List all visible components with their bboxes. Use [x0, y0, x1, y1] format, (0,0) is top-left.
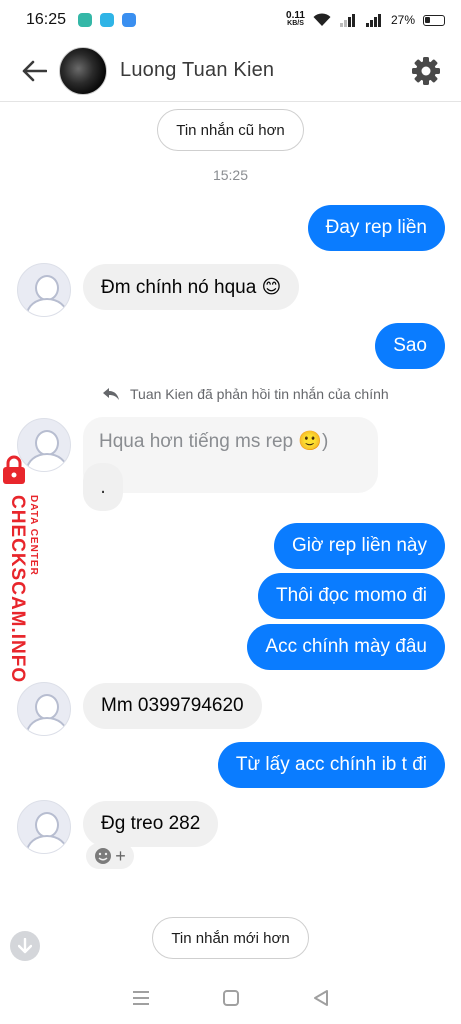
message-timestamp: 15:25 [212, 167, 249, 183]
checkscam-watermark: CHECKSCAM.INFO DATA CENTER [0, 455, 48, 683]
older-messages-button[interactable]: Tin nhắn cũ hơn [157, 109, 304, 151]
notification-app-icon [78, 13, 93, 27]
chat-app-icon [100, 13, 115, 27]
back-triangle-icon[interactable] [312, 989, 330, 1007]
message-bubble-outgoing[interactable]: Giờ rep liền này [274, 523, 445, 569]
watermark-text: CHECKSCAM.INFO [7, 495, 28, 684]
system-nav-bar [0, 975, 461, 1020]
lock-icon [3, 455, 25, 484]
message-bubble-outgoing[interactable]: Acc chính mày đâu [247, 624, 445, 670]
quoted-message[interactable]: Hqua hơn tiếng ms rep 🙂) [83, 417, 378, 493]
messenger-app-icon [122, 13, 137, 27]
message-bubble-incoming[interactable]: Đm chính nó hqua 😊 [83, 264, 300, 310]
chat-header: Luong Tuan Kien [0, 40, 461, 102]
status-time: 16:25 [26, 11, 67, 28]
reply-arrow-icon [103, 388, 119, 400]
network-speed: 0.11 KB/S [286, 10, 305, 28]
plus-icon: + [115, 845, 126, 866]
back-arrow-icon [22, 60, 47, 81]
arrow-down-icon [18, 938, 32, 954]
message-bubble-outgoing[interactable]: Thôi đọc momo đi [257, 573, 445, 619]
back-button[interactable] [17, 54, 51, 88]
message-bubble-incoming[interactable]: Mm 0399794620 [83, 683, 262, 729]
message-bubble-outgoing[interactable]: Đay rep liền [307, 205, 445, 251]
status-bar: 16:25 0.11 KB/S 27% [0, 0, 461, 40]
home-icon[interactable] [222, 989, 240, 1007]
message-bubble-outgoing[interactable]: Từ lấy acc chính ib t đi [217, 742, 445, 788]
newer-messages-button[interactable]: Tin nhắn mới hơn [152, 917, 309, 959]
battery-icon [423, 14, 445, 26]
message-bubble-outgoing[interactable]: Sao [375, 323, 445, 369]
message-bubble-incoming[interactable]: Đg treo 282 [83, 801, 219, 847]
contact-avatar[interactable] [59, 46, 107, 95]
scroll-down-button[interactable] [10, 931, 40, 961]
reply-note: Tuan Kien đã phản hồi tin nhắn của chính [102, 386, 389, 402]
contact-name[interactable]: Luong Tuan Kien [120, 59, 274, 82]
sender-avatar[interactable] [17, 800, 71, 854]
message-bubble-incoming[interactable]: . [83, 463, 123, 511]
watermark-subtext: DATA CENTER [28, 495, 39, 576]
settings-button[interactable] [409, 54, 443, 88]
signal-icon [339, 13, 357, 27]
signal-icon-2 [365, 13, 383, 27]
gear-icon [412, 56, 440, 85]
sender-avatar[interactable] [17, 263, 71, 317]
menu-icon[interactable] [131, 990, 151, 1006]
add-reaction-button[interactable]: + [86, 843, 134, 869]
smiley-icon [95, 848, 112, 864]
battery-percent: 27% [390, 13, 415, 27]
wifi-icon [313, 13, 331, 26]
sender-avatar[interactable] [17, 682, 71, 736]
